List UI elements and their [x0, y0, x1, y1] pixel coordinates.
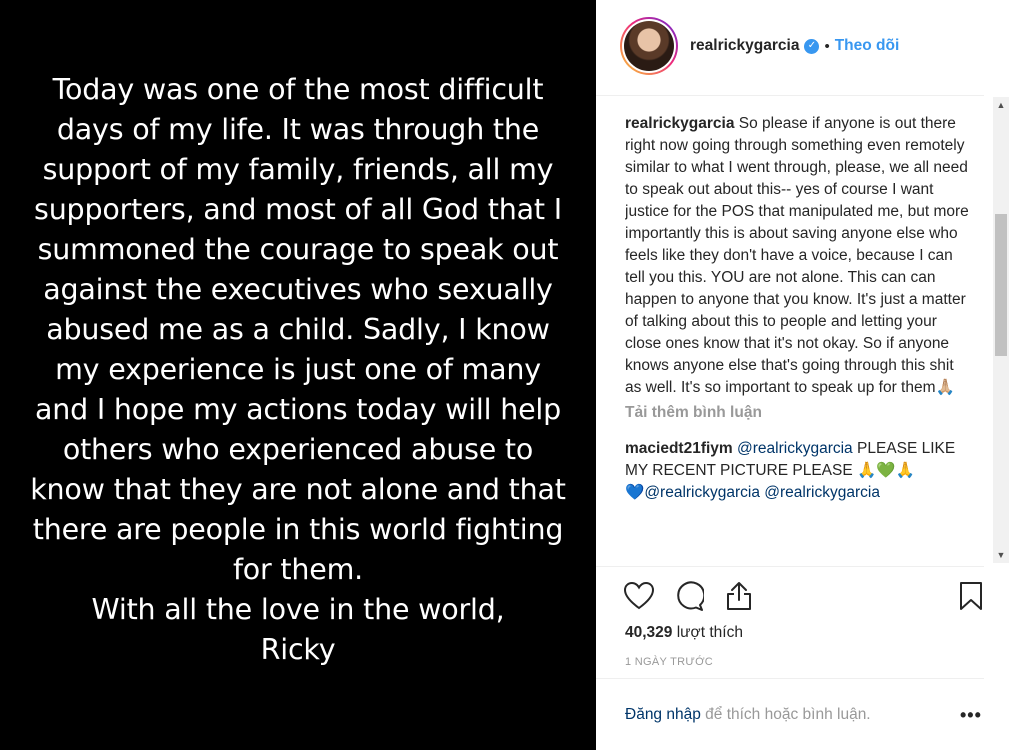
- comment-icon[interactable]: [673, 580, 705, 612]
- comment-item: maciedt21fiym @realrickygarcia PLEASE LI…: [625, 438, 970, 504]
- login-prompt-text: để thích hoặc bình luận.: [705, 706, 871, 723]
- post-side-panel: realrickygarcia ✓ • Theo dõi realrickyga…: [596, 0, 1012, 750]
- follow-button[interactable]: Theo dõi: [835, 37, 900, 55]
- comment-mention[interactable]: @realrickygarcia: [644, 484, 760, 501]
- likes-number: 40,329: [625, 624, 673, 641]
- header-separator: •: [824, 37, 830, 55]
- media-text: Today was one of the most difficult days…: [30, 73, 566, 666]
- comment-mention[interactable]: @realrickygarcia: [764, 484, 880, 501]
- avatar[interactable]: [620, 17, 678, 75]
- header-username-row: realrickygarcia ✓ • Theo dõi: [690, 37, 899, 55]
- comment-text: So please if anyone is out there right n…: [625, 115, 969, 396]
- post-timestamp: 1 NGÀY TRƯỚC: [625, 656, 714, 668]
- heart-icon[interactable]: [623, 580, 655, 612]
- post-media[interactable]: Today was one of the most difficult days…: [0, 0, 596, 750]
- bookmark-icon[interactable]: [955, 580, 987, 612]
- header-username[interactable]: realrickygarcia: [690, 37, 799, 55]
- comments-list: realrickygarcia So please if anyone is o…: [625, 113, 970, 563]
- load-more-comments-button[interactable]: Tải thêm bình luận: [625, 402, 970, 424]
- avatar-image: [624, 21, 674, 71]
- scroll-thumb[interactable]: [995, 214, 1007, 356]
- login-prompt: Đăng nhập để thích hoặc bình luận.: [625, 706, 871, 724]
- scroll-down-icon[interactable]: ▼: [993, 547, 1009, 563]
- comments-scrollbar[interactable]: ▲ ▼: [993, 97, 1009, 563]
- likes-label: lượt thích: [676, 624, 743, 641]
- comment-mention[interactable]: @realrickygarcia: [737, 440, 853, 457]
- comment-username[interactable]: maciedt21fiym: [625, 440, 733, 457]
- post-actions: 40,329 lượt thích 1 NGÀY TRƯỚC Đăng nhập…: [596, 566, 984, 750]
- likes-count[interactable]: 40,329 lượt thích: [625, 624, 743, 642]
- post-header: realrickygarcia ✓ • Theo dõi: [596, 0, 984, 96]
- share-icon[interactable]: [723, 580, 755, 612]
- verified-check-icon: ✓: [804, 38, 820, 54]
- comment-username[interactable]: realrickygarcia: [625, 115, 734, 132]
- more-options-icon[interactable]: •••: [960, 705, 982, 726]
- login-prompt-row: Đăng nhập để thích hoặc bình luận. •••: [596, 678, 984, 751]
- comment-emoji: 💙: [625, 484, 645, 501]
- scroll-up-icon[interactable]: ▲: [993, 97, 1009, 113]
- login-link[interactable]: Đăng nhập: [625, 706, 701, 723]
- caption-comment: realrickygarcia So please if anyone is o…: [625, 113, 970, 399]
